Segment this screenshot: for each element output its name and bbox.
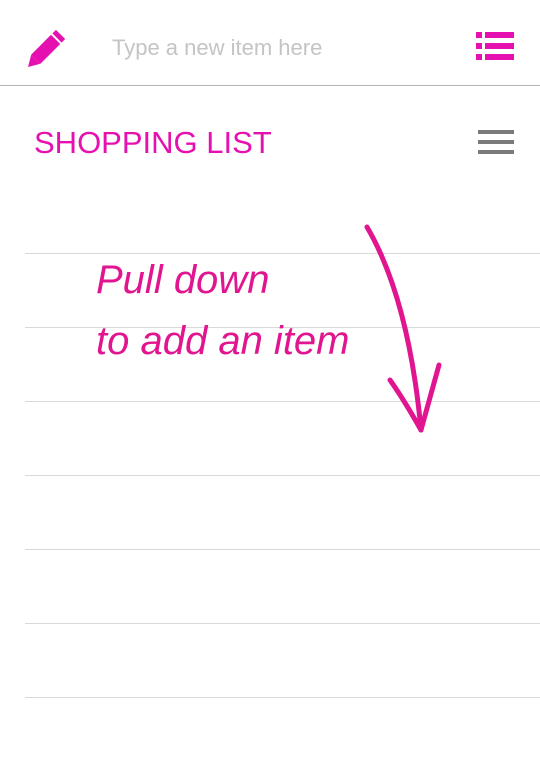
edit-button[interactable] xyxy=(20,26,70,74)
pull-down-hint-line2: to add an item xyxy=(96,319,350,363)
list-row-line xyxy=(25,253,540,254)
hamburger-menu-icon xyxy=(478,130,514,154)
list-row-line xyxy=(25,475,540,476)
list-menu-button[interactable] xyxy=(474,126,518,160)
pencil-icon xyxy=(28,29,66,67)
list-row-line xyxy=(25,401,540,402)
down-arrow-icon xyxy=(364,224,442,433)
lists-button[interactable] xyxy=(472,28,518,64)
list-row-line xyxy=(25,549,540,550)
list-row-line xyxy=(25,623,540,624)
top-bar xyxy=(0,0,540,86)
list-title: SHOPPING LIST xyxy=(34,125,272,160)
new-item-input[interactable] xyxy=(104,26,444,70)
list-row-line xyxy=(25,697,540,698)
bulleted-list-icon xyxy=(476,32,514,60)
pull-down-hint-line1: Pull down xyxy=(96,258,270,302)
